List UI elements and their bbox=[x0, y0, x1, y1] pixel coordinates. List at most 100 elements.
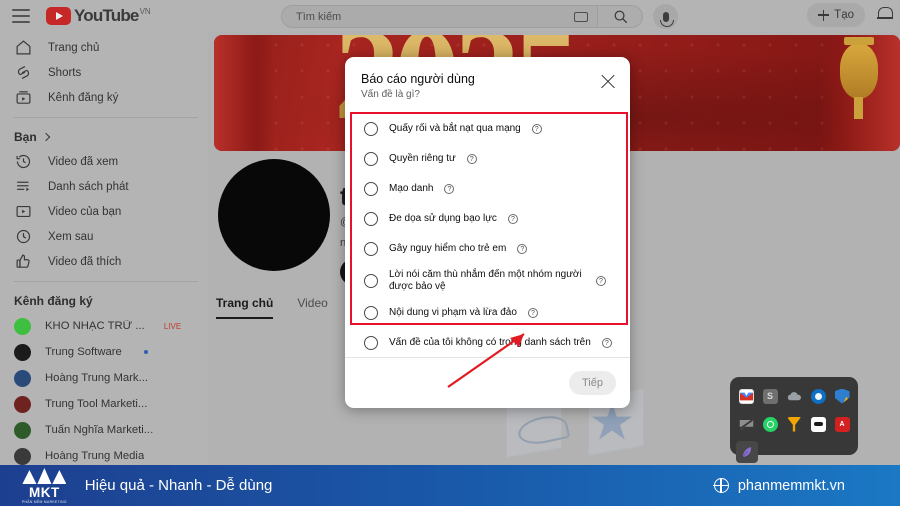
sidebar-item-label: Video đã xem bbox=[48, 155, 119, 168]
help-icon[interactable]: ? bbox=[507, 214, 518, 224]
subscriptions-icon bbox=[14, 89, 32, 107]
sidebar-channel-label: Trung Software bbox=[45, 346, 122, 358]
search-button[interactable] bbox=[598, 5, 643, 28]
live-badge: LIVE bbox=[163, 321, 182, 331]
report-option-label: Mạo danh bbox=[389, 183, 434, 194]
sidebar-item-label: Video của bạn bbox=[48, 205, 122, 218]
radio-button[interactable] bbox=[364, 306, 378, 320]
message-muted-icon[interactable] bbox=[736, 413, 756, 435]
keyboard-icon[interactable] bbox=[574, 11, 588, 22]
gmail-icon[interactable] bbox=[736, 385, 756, 407]
report-option-6[interactable]: Nội dung vi phạm và lừa đảo ? bbox=[352, 298, 626, 328]
dialog-subtitle: Vấn đề là gì? bbox=[361, 89, 420, 100]
avatar bbox=[14, 395, 31, 413]
radio-button[interactable] bbox=[364, 336, 378, 350]
create-button-label: Tạo bbox=[834, 9, 854, 21]
channel-avatar[interactable] bbox=[218, 159, 330, 271]
avatar bbox=[14, 317, 31, 335]
brand-bar: MKT PHẦN MỀM MARKETING Hiệu quả - Nhanh … bbox=[0, 465, 900, 506]
help-icon[interactable]: ? bbox=[531, 124, 542, 134]
voice-search-button[interactable] bbox=[653, 4, 678, 29]
sidebar-divider-1 bbox=[13, 117, 198, 118]
plus-icon bbox=[818, 9, 830, 21]
sidebar-channel-4[interactable]: Tuấn Nghĩa Marketi... bbox=[0, 417, 208, 443]
pdf-icon[interactable]: A bbox=[832, 413, 852, 435]
report-options-highlight: Quấy rối và bắt nạt qua mạng ? Quyền riê… bbox=[350, 112, 628, 350]
hamburger-icon[interactable] bbox=[12, 8, 30, 23]
playlist-icon bbox=[14, 178, 32, 196]
sidebar-section-label: Kênh đăng ký bbox=[14, 294, 93, 308]
help-icon[interactable]: ? bbox=[444, 184, 455, 194]
sidebar-item-subscriptions[interactable]: Kênh đăng ký bbox=[0, 85, 208, 110]
header-actions: Tạo bbox=[807, 3, 893, 27]
sidebar-item-playlists[interactable]: Danh sách phát bbox=[0, 174, 208, 199]
bell-icon[interactable] bbox=[877, 7, 893, 23]
dialog-title: Báo cáo người dùng bbox=[361, 72, 475, 86]
avatar bbox=[14, 343, 31, 361]
radio-button[interactable] bbox=[364, 212, 378, 226]
sidebar-item-watch-later[interactable]: Xem sau bbox=[0, 224, 208, 249]
feather-pen-icon[interactable] bbox=[736, 441, 758, 463]
mkt-logo-tagline: PHẦN MỀM MARKETING bbox=[22, 500, 67, 504]
report-option-5[interactable]: Lời nói căm thù nhắm đến một nhóm người … bbox=[352, 264, 626, 298]
avatar bbox=[14, 421, 31, 439]
report-option-label: Vấn đề của tôi không có trong danh sách … bbox=[389, 337, 591, 348]
shield-warning-icon[interactable] bbox=[832, 385, 852, 407]
sidebar-item-your-videos[interactable]: Video của bạn bbox=[0, 199, 208, 224]
brand-slogan: Hiệu quả - Nhanh - Dễ dùng bbox=[84, 477, 273, 494]
tab-video[interactable]: Video bbox=[297, 296, 327, 319]
help-icon[interactable]: ? bbox=[527, 308, 538, 318]
sidebar-channel-0[interactable]: KHO NHẠC TRỮ ... LIVE bbox=[0, 313, 208, 339]
radio-button[interactable] bbox=[364, 274, 378, 288]
report-option-4[interactable]: Gây nguy hiểm cho trẻ em ? bbox=[352, 234, 626, 264]
sidebar-section-you[interactable]: Bạn bbox=[0, 125, 208, 149]
sidebar-channel-1[interactable]: Trung Software bbox=[0, 339, 208, 365]
help-icon[interactable]: ? bbox=[596, 276, 606, 286]
report-option-1[interactable]: Quyền riêng tư ? bbox=[352, 144, 626, 174]
help-icon[interactable]: ? bbox=[466, 154, 477, 164]
sidebar-channel-3[interactable]: Trung Tool Marketi... bbox=[0, 391, 208, 417]
search-input[interactable]: Tìm kiếm bbox=[281, 5, 598, 28]
sidebar-item-liked-videos[interactable]: Video đã thích bbox=[0, 249, 208, 274]
sidebar-channel-2[interactable]: Hoàng Trung Mark... bbox=[0, 365, 208, 391]
sidebar-item-label: Trang chủ bbox=[48, 41, 100, 54]
banner-curtain-left bbox=[214, 35, 274, 151]
history-icon bbox=[14, 153, 32, 171]
mkt-logo-text: MKT bbox=[29, 485, 60, 500]
radio-button[interactable] bbox=[364, 152, 378, 166]
whatsapp-icon[interactable] bbox=[760, 413, 780, 435]
report-option-7[interactable]: Vấn đề của tôi không có trong danh sách … bbox=[352, 328, 626, 358]
report-option-3[interactable]: Đe dọa sử dụng bạo lực ? bbox=[352, 204, 626, 234]
radio-button[interactable] bbox=[364, 242, 378, 256]
radio-button[interactable] bbox=[364, 182, 378, 196]
help-icon[interactable]: ? bbox=[601, 338, 612, 348]
report-option-0[interactable]: Quấy rối và bắt nạt qua mạng ? bbox=[352, 114, 626, 144]
microphone-icon bbox=[659, 11, 674, 27]
shopee-icon[interactable]: S bbox=[760, 385, 780, 407]
report-option-2[interactable]: Mạo danh ? bbox=[352, 174, 626, 204]
sidebar-channel-5[interactable]: Hoàng Trung Media bbox=[0, 443, 208, 465]
tab-trang-chu[interactable]: Trang chủ bbox=[216, 296, 274, 319]
close-icon[interactable] bbox=[598, 72, 618, 92]
edge-icon[interactable] bbox=[808, 385, 828, 407]
help-icon[interactable]: ? bbox=[517, 244, 528, 254]
sidebar-item-home[interactable]: Trang chủ bbox=[0, 35, 208, 60]
toolbox-icon[interactable] bbox=[808, 413, 828, 435]
report-option-label: Gây nguy hiểm cho trẻ em bbox=[389, 243, 507, 254]
sidebar-channel-label: Tuấn Nghĩa Marketi... bbox=[45, 424, 154, 436]
cloud-icon[interactable] bbox=[784, 385, 804, 407]
chevron-right-icon bbox=[41, 132, 50, 142]
thumbs-up-icon bbox=[14, 253, 32, 271]
radio-button[interactable] bbox=[364, 122, 378, 136]
search-placeholder: Tìm kiếm bbox=[296, 10, 342, 23]
brand-website-text: phanmemmkt.vn bbox=[737, 477, 845, 494]
sidebar-item-history[interactable]: Video đã xem bbox=[0, 149, 208, 174]
brand-website[interactable]: phanmemmkt.vn bbox=[713, 477, 845, 494]
next-button[interactable]: Tiếp bbox=[569, 371, 616, 395]
sidebar-item-shorts[interactable]: Shorts bbox=[0, 60, 208, 85]
create-button[interactable]: Tạo bbox=[807, 3, 865, 27]
sidebar-divider-2 bbox=[13, 281, 198, 282]
youtube-logo[interactable]: YouTube VN bbox=[46, 6, 151, 25]
report-option-label: Lời nói căm thù nhắm đến một nhóm người … bbox=[389, 269, 582, 292]
funnel-icon[interactable] bbox=[784, 413, 804, 435]
